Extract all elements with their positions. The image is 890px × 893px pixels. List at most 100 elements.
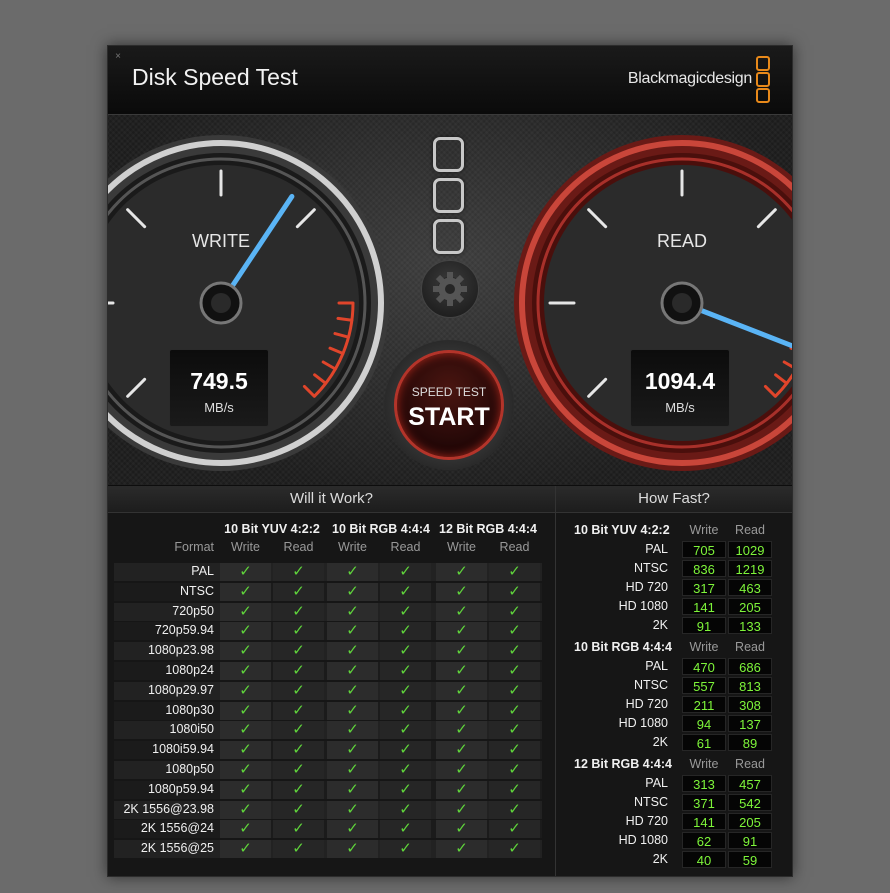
- read-speed-cell: 542: [728, 794, 772, 811]
- close-icon[interactable]: ×: [112, 51, 124, 63]
- check-icon: ✓: [220, 602, 271, 621]
- check-icon: ✓: [436, 662, 487, 680]
- check-icon: ✓: [220, 820, 271, 839]
- subheader-write: Write: [338, 540, 367, 554]
- check-icon: ✓: [327, 761, 378, 779]
- check-icon: ✓: [489, 701, 540, 720]
- blackmagic-logo-icon: [756, 56, 770, 104]
- check-icon: ✓: [380, 622, 431, 641]
- how-fast-write-header: Write: [689, 523, 719, 537]
- check-icon: ✓: [436, 820, 487, 839]
- check-icon: ✓: [489, 622, 540, 641]
- read-speed-cell: 89: [728, 734, 772, 751]
- how-fast-format-label: PAL: [645, 542, 668, 556]
- read-speed-cell: 91: [728, 832, 772, 849]
- write-speed-cell: 313: [682, 775, 726, 792]
- check-icon: ✓: [436, 741, 487, 760]
- check-icon: ✓: [380, 662, 431, 680]
- check-icon: ✓: [436, 761, 487, 779]
- check-icon: ✓: [436, 582, 487, 601]
- check-icon: ✓: [380, 840, 431, 859]
- write-speed-cell: 705: [682, 541, 726, 558]
- check-icon: ✓: [220, 622, 271, 641]
- how-fast-format-label: 2K: [652, 852, 668, 866]
- read-speed-cell: 463: [728, 579, 772, 596]
- gauge-area: WRITE 749.5 MB/s SPEED TEST START READ 1…: [108, 115, 792, 485]
- format-label: PAL: [191, 564, 214, 578]
- will-it-work-panel: Will it Work? 10 Bit YUV 4:2:2 10 Bit RG…: [108, 486, 556, 876]
- check-icon: ✓: [327, 642, 378, 661]
- check-icon: ✓: [380, 602, 431, 621]
- read-speed-cell: 1219: [728, 560, 772, 577]
- read-speed-cell: 59: [728, 851, 772, 868]
- check-icon: ✓: [273, 820, 324, 839]
- check-icon: ✓: [327, 681, 378, 700]
- settings-gear-button[interactable]: [421, 260, 479, 318]
- how-fast-format-label: HD 1080: [618, 716, 668, 730]
- check-icon: ✓: [220, 662, 271, 680]
- check-icon: ✓: [220, 840, 271, 859]
- how-fast-write-header: Write: [689, 640, 719, 654]
- read-speed-cell: 205: [728, 598, 772, 615]
- check-icon: ✓: [489, 721, 540, 740]
- check-icon: ✓: [220, 563, 271, 581]
- check-icon: ✓: [327, 820, 378, 839]
- check-icon: ✓: [327, 602, 378, 621]
- check-icon: ✓: [273, 721, 324, 740]
- format-label: 1080p29.97: [147, 682, 214, 697]
- write-speed-cell: 40: [682, 851, 726, 868]
- how-fast-format-label: HD 720: [625, 697, 668, 711]
- speed-test-start-button[interactable]: SPEED TEST START: [384, 340, 514, 470]
- check-icon: ✓: [327, 721, 378, 740]
- start-button-face[interactable]: SPEED TEST START: [394, 350, 504, 460]
- will-it-work-title: Will it Work?: [108, 486, 555, 513]
- write-speed-cell: 141: [682, 598, 726, 615]
- how-fast-format-label: 2K: [652, 735, 668, 749]
- read-gauge-label: READ: [656, 231, 707, 251]
- format-label: 1080p59.94: [147, 781, 214, 796]
- check-icon: ✓: [436, 563, 487, 581]
- read-gauge: READ 1094.4 MB/s: [512, 133, 792, 473]
- write-speed-cell: 141: [682, 813, 726, 830]
- check-icon: ✓: [436, 642, 487, 661]
- check-icon: ✓: [273, 741, 324, 760]
- write-speed-cell: 371: [682, 794, 726, 811]
- how-fast-read-header: Read: [735, 757, 765, 771]
- how-fast-format-label: HD 1080: [618, 599, 668, 613]
- how-fast-format-label: NTSC: [633, 795, 668, 809]
- how-fast-group-header: 12 Bit RGB 4:4:4: [574, 757, 672, 771]
- format-label: 2K 1556@23.98: [123, 801, 214, 816]
- check-icon: ✓: [380, 761, 431, 779]
- how-fast-group-header: 10 Bit YUV 4:2:2: [574, 523, 670, 537]
- check-icon: ✓: [489, 800, 540, 819]
- how-fast-panel: How Fast? 10 Bit YUV 4:2:2 Write Read PAL 70…: [556, 486, 792, 876]
- start-button-label: START: [408, 403, 490, 431]
- title-bar: × Disk Speed Test Blackmagicdesign: [108, 46, 792, 115]
- check-icon: ✓: [273, 681, 324, 700]
- subheader-read: Read: [499, 540, 530, 554]
- format-label: 1080p23.98: [147, 643, 214, 658]
- check-icon: ✓: [220, 582, 271, 601]
- check-icon: ✓: [273, 602, 324, 621]
- write-speed-cell: 62: [682, 832, 726, 849]
- subheader-write: Write: [231, 540, 260, 554]
- check-icon: ✓: [327, 800, 378, 819]
- check-icon: ✓: [380, 741, 431, 760]
- check-icon: ✓: [380, 582, 431, 601]
- check-icon: ✓: [380, 800, 431, 819]
- format-label: 2K 1556@25: [140, 841, 214, 856]
- check-icon: ✓: [489, 681, 540, 700]
- check-icon: ✓: [273, 840, 324, 859]
- write-speed-cell: 94: [682, 715, 726, 732]
- check-icon: ✓: [489, 780, 540, 799]
- format-label: NTSC: [179, 583, 214, 598]
- check-icon: ✓: [327, 701, 378, 720]
- how-fast-format-label: 2K: [652, 618, 668, 632]
- check-icon: ✓: [273, 701, 324, 720]
- check-icon: ✓: [380, 780, 431, 799]
- check-icon: ✓: [380, 721, 431, 740]
- read-speed-cell: 133: [728, 617, 772, 634]
- format-label: 720p59.94: [154, 623, 214, 638]
- format-column-header: Format: [174, 540, 214, 554]
- check-icon: ✓: [380, 701, 431, 720]
